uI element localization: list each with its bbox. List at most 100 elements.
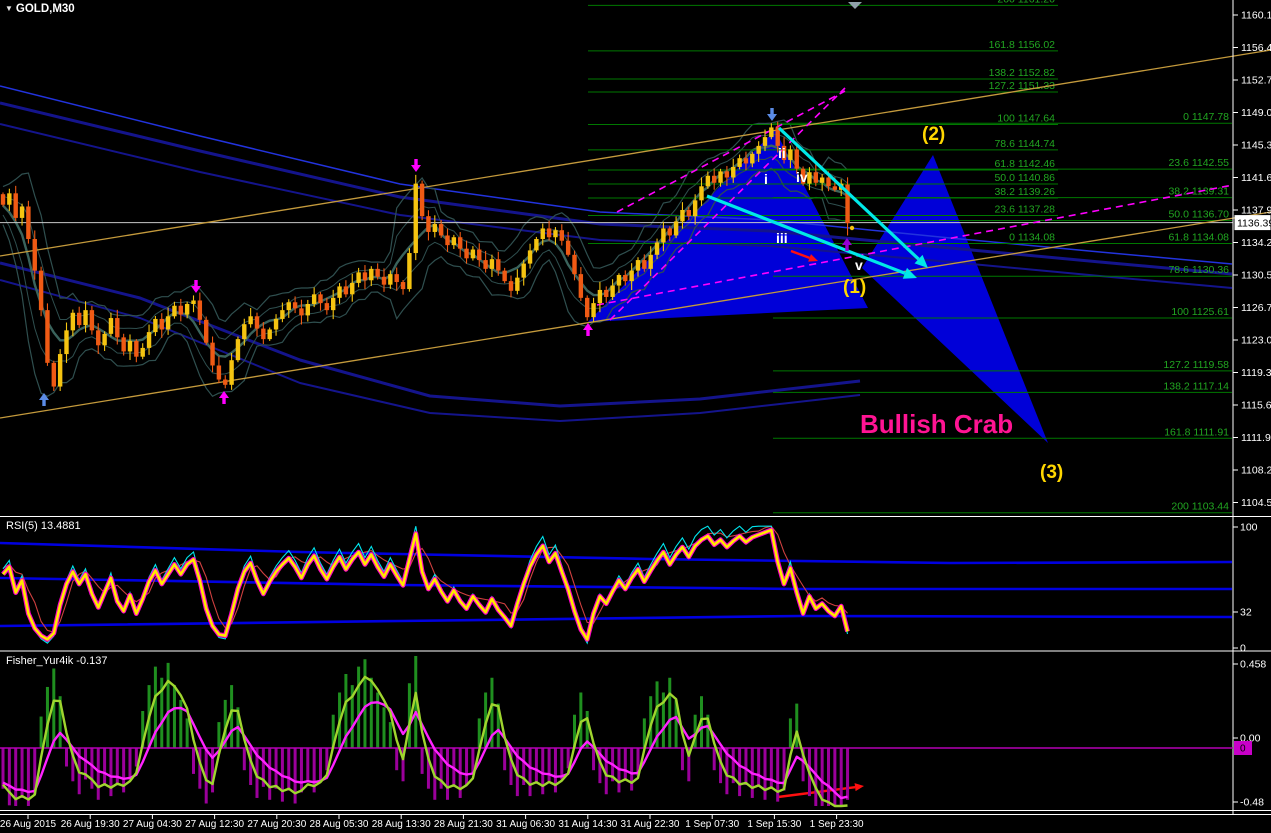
candle-body	[311, 294, 317, 304]
candle-body	[419, 183, 425, 217]
candle-body	[286, 302, 291, 311]
signal-arrow-up-tail	[42, 400, 46, 406]
fib-level-label: 0 1147.78	[1183, 111, 1229, 123]
pattern-count-label[interactable]: (1)	[843, 277, 866, 298]
time-axis-label[interactable]: 31 Aug 14:30	[558, 819, 617, 830]
candle-body	[331, 297, 336, 311]
pattern-count-label[interactable]: (3)	[1040, 462, 1063, 483]
candle-body	[83, 310, 88, 326]
candle-body	[585, 297, 590, 318]
candle-body	[292, 302, 298, 309]
time-axis-label[interactable]: 31 Aug 22:30	[621, 819, 680, 830]
candle-body	[413, 183, 418, 254]
fisher-indicator-label: Fisher_Yur4ik -0.137	[6, 655, 108, 667]
time-axis-label[interactable]: 27 Aug 04:30	[123, 819, 182, 830]
fib-level-label: 50.0 1136.70	[1168, 209, 1229, 221]
candle-body	[299, 308, 304, 316]
time-axis-label[interactable]: 26 Aug 2015	[0, 819, 57, 830]
fib-level-label: 23.6 1142.55	[1168, 157, 1229, 169]
candle-body	[0, 194, 6, 205]
candle-body	[426, 216, 431, 232]
candle-body	[210, 342, 215, 366]
candle-body	[57, 354, 63, 387]
rsi-axis-label: 32	[1240, 607, 1252, 619]
time-axis-label[interactable]: 28 Aug 05:30	[310, 819, 369, 830]
candle-body	[381, 276, 387, 285]
candle-body	[610, 285, 615, 297]
candle-body	[597, 289, 603, 304]
rsi-axis-label: 100	[1240, 522, 1258, 534]
price-axis-label: 1108.20	[1241, 465, 1271, 477]
time-axis-label[interactable]: 27 Aug 12:30	[185, 819, 244, 830]
candle-body	[629, 270, 634, 282]
fib-level-label: 38.2 1139.26	[994, 186, 1055, 198]
candle-body	[108, 318, 114, 334]
time-axis-label[interactable]: 1 Sep 07:30	[685, 819, 739, 830]
candle-body	[242, 324, 247, 340]
fib-level-label: 78.6 1144.74	[994, 138, 1055, 150]
candle-body	[807, 172, 812, 184]
pattern-name-label[interactable]: Bullish Crab	[860, 409, 1013, 439]
candle-body	[32, 238, 37, 271]
time-axis-label[interactable]: 26 Aug 19:30	[61, 819, 120, 830]
price-axis-label: 1119.30	[1241, 367, 1271, 379]
candle-body	[527, 250, 533, 264]
candle-body	[153, 318, 158, 333]
time-axis-label[interactable]: 1 Sep 23:30	[810, 819, 864, 830]
candle-body	[692, 200, 698, 217]
wave-label[interactable]: iv	[796, 169, 808, 185]
candle-body	[343, 286, 349, 295]
symbol-label: ▼ GOLD,M30	[5, 3, 75, 15]
candle-body	[388, 274, 393, 285]
candle-body	[470, 249, 476, 259]
fib-level-label: 100 1147.64	[997, 112, 1055, 124]
candle-body	[515, 277, 520, 291]
candle-body	[451, 237, 457, 246]
candle-body	[350, 282, 355, 295]
fib-level-label: 23.6 1137.28	[994, 203, 1055, 215]
time-axis-label[interactable]: 31 Aug 06:30	[496, 819, 555, 830]
symbol-dropdown-icon[interactable]: ▼	[5, 4, 13, 13]
candle-body	[686, 210, 691, 217]
signal-arrow-up-tail	[586, 330, 590, 336]
price-axis-label: 1156.40	[1241, 42, 1271, 54]
price-axis-label: 1130.50	[1241, 270, 1271, 282]
candle-body	[724, 171, 730, 178]
candle-body	[813, 172, 818, 183]
time-axis-label[interactable]: 28 Aug 21:30	[434, 819, 493, 830]
price-axis-label: 1149.00	[1241, 107, 1271, 119]
fib-level-label: 138.2 1117.14	[1163, 380, 1229, 392]
time-axis-label[interactable]: 27 Aug 20:30	[247, 819, 306, 830]
pattern-count-label[interactable]: (2)	[922, 124, 945, 145]
candle-body	[616, 275, 622, 286]
chart-canvas[interactable]: 200 1161.20 161.8 1156.02 138.2 1152.82 127…	[0, 0, 1271, 833]
price-axis-label: 1111.90	[1241, 432, 1271, 444]
wave-label[interactable]: iii	[776, 230, 788, 246]
signal-arrow-down-tail	[194, 280, 198, 286]
fib-level-label: 0 1134.08	[1009, 232, 1055, 244]
candle-body	[464, 248, 469, 259]
candle-body	[673, 221, 679, 236]
candle-body	[496, 259, 501, 271]
candle-body	[26, 206, 31, 239]
time-axis-label[interactable]: 1 Sep 15:30	[747, 819, 801, 830]
candle-body	[146, 332, 152, 348]
price-axis-label: 1123.00	[1241, 335, 1271, 347]
candle-body	[502, 270, 507, 282]
candle-body	[731, 166, 736, 178]
time-axis-label[interactable]: 28 Aug 13:30	[372, 819, 431, 830]
candle-body	[819, 177, 825, 183]
price-axis-label: 1104.50	[1241, 497, 1271, 509]
candle-body	[826, 177, 831, 187]
candle-body	[19, 206, 25, 218]
candle-body	[718, 171, 723, 183]
current-price-value: 1136.39	[1237, 217, 1271, 229]
wave-label[interactable]: i	[764, 171, 768, 187]
candle-body	[667, 228, 672, 236]
candle-body	[553, 230, 558, 238]
wave-label[interactable]: v	[855, 257, 863, 273]
wave-label[interactable]: ii	[778, 145, 786, 161]
signal-arrow-down-tail	[770, 108, 774, 114]
candle-body	[102, 333, 107, 346]
candle-body	[648, 254, 653, 269]
